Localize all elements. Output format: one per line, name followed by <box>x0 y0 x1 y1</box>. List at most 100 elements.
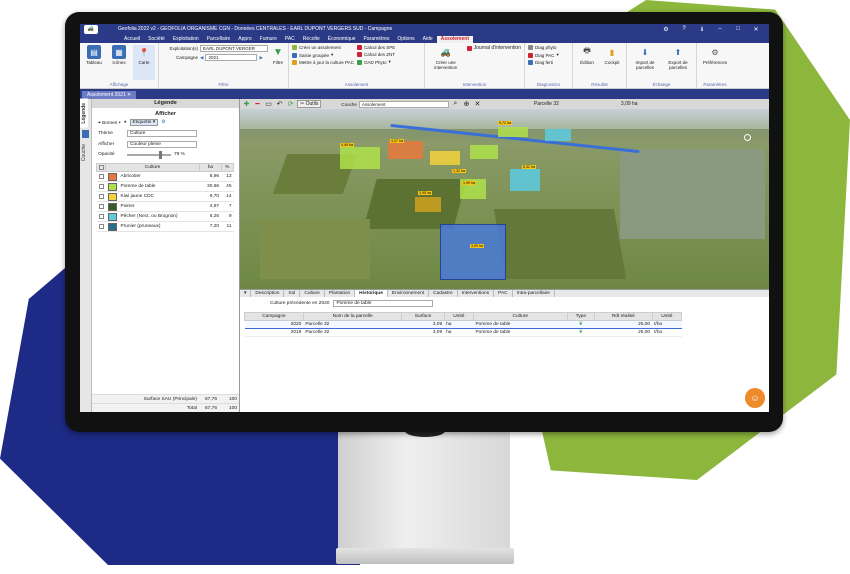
prev-campagne-icon[interactable]: ◀ <box>200 55 203 61</box>
edition-button[interactable]: 🖶 Édition <box>576 45 598 80</box>
row-checkbox[interactable] <box>96 221 106 232</box>
clear-icon[interactable]: ✕ <box>473 100 482 108</box>
menu-item[interactable]: Appro <box>234 36 255 43</box>
parcel-pecher[interactable] <box>545 129 571 141</box>
bornes-toggle[interactable]: ⌖ Bornes ▾ <box>98 120 121 126</box>
import-parcelles-button[interactable]: ⬇ Import de parcelles <box>630 45 660 80</box>
legend-row[interactable]: Poirier 4,97 7 <box>96 201 234 212</box>
detail-tab[interactable]: Culture <box>300 290 325 297</box>
legend-row[interactable]: Pêcher (Nect. ou Brugnon) 6,26 9 <box>96 211 234 222</box>
next-campagne-icon[interactable]: ▶ <box>259 55 262 61</box>
close-icon[interactable]: ✕ <box>747 26 765 33</box>
support-chat-icon[interactable]: ☺ <box>745 388 765 408</box>
collapse-icon[interactable]: ▾ <box>240 290 252 297</box>
detail-tab[interactable]: Intra-parcellaire <box>513 290 555 297</box>
calcul-spe-button[interactable]: Calcul des SPE <box>356 45 395 50</box>
exploitation-select[interactable]: EARL DUPONT VERGER <box>200 45 268 52</box>
palette-icon[interactable]: ◕ <box>124 120 127 125</box>
settings-icon[interactable]: ⚙ <box>161 120 165 125</box>
history-column-header[interactable]: Rdt réalisé <box>594 312 653 321</box>
history-row[interactable]: 2020 Parcelle 32 3,09 ha Pomme de table ❦ 25,0… <box>244 320 682 329</box>
oad-phyto-button[interactable]: OAD Phyto ▾ <box>356 59 395 65</box>
history-column-header[interactable]: Campagne <box>244 312 304 321</box>
diag-ferti-button[interactable]: Diag ferti <box>528 60 559 65</box>
history-column-header[interactable]: Unité <box>443 312 474 321</box>
detail-tab[interactable]: PAC <box>494 290 513 297</box>
parcel-pomme[interactable] <box>340 147 380 169</box>
detail-tab[interactable]: Sol <box>284 290 301 297</box>
creer-assolement-button[interactable]: Créer un assolement <box>292 45 354 50</box>
row-checkbox[interactable] <box>96 211 106 222</box>
menu-item[interactable]: PAC <box>281 36 299 43</box>
campagne-select[interactable]: 2021 <box>205 54 258 61</box>
opacity-slider[interactable] <box>127 150 171 159</box>
preferences-button[interactable]: ⚙ Préférences <box>700 45 730 80</box>
couche-select[interactable]: Assolement <box>358 100 449 108</box>
menu-item[interactable]: Assolement <box>436 36 473 43</box>
detail-tab[interactable]: Historique <box>355 290 388 297</box>
tab-assolement-2021[interactable]: Assolement 2021 ✕ <box>82 91 137 99</box>
color-swatch[interactable] <box>105 221 119 232</box>
detail-tab[interactable]: Environnement <box>388 290 430 297</box>
color-swatch[interactable] <box>105 211 119 222</box>
detail-tab[interactable]: Plantation <box>325 290 356 297</box>
row-checkbox[interactable] <box>96 201 106 212</box>
saisie-groupee-button[interactable]: Saisie groupée ▾ <box>292 52 354 58</box>
export-parcelles-button[interactable]: ⬆ Export de parcelles <box>663 45 693 80</box>
menu-item[interactable]: Aide <box>419 36 437 43</box>
etiquette-toggle[interactable]: Etiquette ▾ <box>129 119 159 126</box>
tab-couche[interactable]: Couche <box>80 140 88 165</box>
compass-icon[interactable] <box>744 134 751 141</box>
diag-pac-button[interactable]: Diag PAC ▾ <box>528 52 559 58</box>
close-tab-icon[interactable]: ✕ <box>127 92 131 98</box>
tab-legende[interactable]: Légende <box>80 99 88 128</box>
menu-item[interactable]: Exploitation <box>169 36 203 43</box>
parcel-kiwi[interactable] <box>415 197 441 212</box>
history-column-header[interactable]: Type <box>566 312 596 321</box>
aerial-map[interactable]: 4,49 ha 4,37 ha 9,72 ha 1,32 ha 3,95 ha … <box>240 109 769 289</box>
maximize-icon[interactable]: □ <box>729 26 747 32</box>
search-icon[interactable]: ⌕ <box>451 100 460 108</box>
remove-icon[interactable]: ━ <box>253 100 262 108</box>
menu-item[interactable]: Économique <box>324 36 360 43</box>
help-icon[interactable]: ? <box>675 26 693 32</box>
tableau-button[interactable]: ▤ Tableau <box>83 45 105 80</box>
refresh-icon[interactable]: ⟳ <box>286 100 295 108</box>
detail-tab[interactable]: Cadastre <box>429 290 458 297</box>
legend-row[interactable]: Kiwi jaune CDC 9,70 14 <box>96 191 234 202</box>
menu-item[interactable]: Parcellaire <box>203 36 235 43</box>
row-checkbox[interactable] <box>96 181 106 192</box>
menu-item[interactable]: Options <box>393 36 418 43</box>
parcel-abricotier[interactable] <box>388 141 423 159</box>
parcel-pomme[interactable] <box>498 127 528 137</box>
cockpit-button[interactable]: ▮ Cockpit <box>601 45 623 80</box>
detail-tab[interactable]: Interventions <box>458 290 495 297</box>
outils-button[interactable]: ✂ Outils <box>297 100 322 108</box>
select-all-checkbox[interactable] <box>96 163 106 172</box>
prev-culture-select[interactable]: Pomme de table <box>333 300 434 307</box>
zoom-icon[interactable]: ⊕ <box>462 100 471 108</box>
color-swatch[interactable] <box>105 201 119 212</box>
layers-icon[interactable] <box>82 129 89 138</box>
menu-item[interactable]: Paramètres <box>360 36 394 43</box>
history-column-header[interactable]: Unité <box>651 312 683 321</box>
filtre-button[interactable]: ▼ Filtre <box>271 45 285 80</box>
opacity-thumb[interactable] <box>159 150 163 159</box>
journal-intervention-button[interactable]: Journal d'intervention <box>466 45 521 51</box>
menu-item[interactable]: Société <box>144 36 169 43</box>
creer-intervention-button[interactable]: 🚜 Créer une intervention <box>428 45 464 80</box>
history-column-header[interactable]: Nom de la parcelle <box>302 312 403 321</box>
parcel-kiwi[interactable] <box>430 151 460 165</box>
menu-item[interactable]: Récolte <box>299 36 324 43</box>
icones-button[interactable]: ▦ Icônes <box>108 45 130 80</box>
theme-select[interactable]: Culture <box>127 130 197 137</box>
minimize-icon[interactable]: – <box>711 26 729 32</box>
history-row[interactable]: 2019 Parcelle 32 3,09 ha Pomme de table ❦ 25,0… <box>244 328 682 337</box>
menu-item[interactable]: Fumure <box>256 36 281 43</box>
parcel-32-selected[interactable] <box>440 224 506 280</box>
diag-phyto-button[interactable]: Diag phyto <box>528 45 559 50</box>
history-column-header[interactable]: Culture <box>472 312 568 321</box>
parcel-pecher[interactable] <box>510 169 540 191</box>
color-swatch[interactable] <box>105 191 119 202</box>
row-checkbox[interactable] <box>96 171 106 182</box>
